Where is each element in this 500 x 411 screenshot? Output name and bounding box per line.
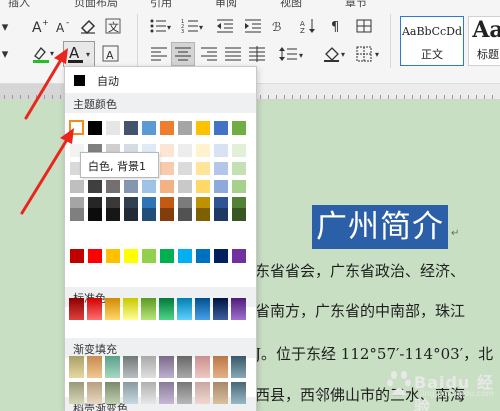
annotation-arrows bbox=[20, 48, 74, 215]
baidu-watermark: Baidu 经验 jingyan.baidu.com bbox=[384, 365, 496, 411]
arrow-to-font-color bbox=[24, 56, 64, 120]
arrow-to-white-swatch bbox=[20, 136, 70, 215]
paw-logo-icon bbox=[387, 371, 411, 395]
watermark-url: jingyan.baidu.com bbox=[420, 389, 494, 398]
